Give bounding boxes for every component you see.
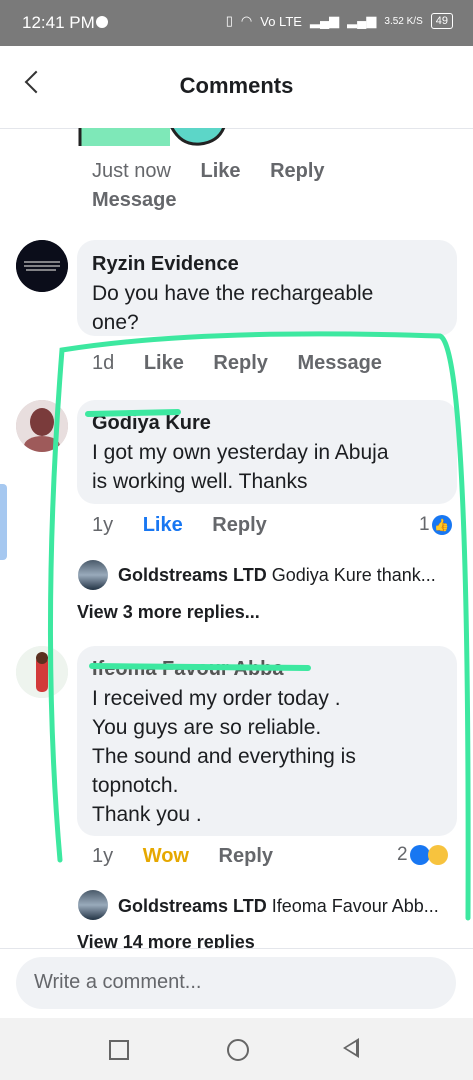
back-icon[interactable] <box>343 1038 359 1058</box>
page-title: Comments <box>179 73 294 98</box>
highlight-annotation <box>47 331 471 921</box>
signal-icon-2: ▂▄▆ <box>347 13 377 28</box>
comment-composer: Write a comment... <box>0 948 473 1019</box>
vibrate-icon: ▯ <box>225 13 233 28</box>
comment-input[interactable]: Write a comment... <box>16 957 456 1009</box>
status-bar: 12:41 PM ▯ ◠ Vo LTE ▂▄▆ ▂▄▆ 3.52 K/S 49 <box>0 0 473 46</box>
battery-icon: 49 <box>430 13 453 29</box>
network-label: Vo LTE <box>260 13 302 29</box>
side-tab[interactable] <box>0 484 7 560</box>
recent-apps-icon[interactable] <box>109 1040 129 1060</box>
comments-header: Comments <box>0 46 473 129</box>
comments-list[interactable]: Just now Like Reply Message Ryzin Eviden… <box>0 128 473 948</box>
status-icons: ▯ ◠ Vo LTE ▂▄▆ ▂▄▆ 3.52 K/S 49 <box>226 13 453 29</box>
signal-icon: ▂▄▆ <box>309 13 340 28</box>
home-icon[interactable] <box>227 1039 249 1061</box>
notification-dot-icon <box>96 16 108 28</box>
network-speed: 3.52 K/S <box>384 15 423 27</box>
status-time: 12:41 PM <box>22 13 95 32</box>
system-nav-bar <box>0 1018 473 1080</box>
wifi-icon: ◠ <box>240 13 253 28</box>
